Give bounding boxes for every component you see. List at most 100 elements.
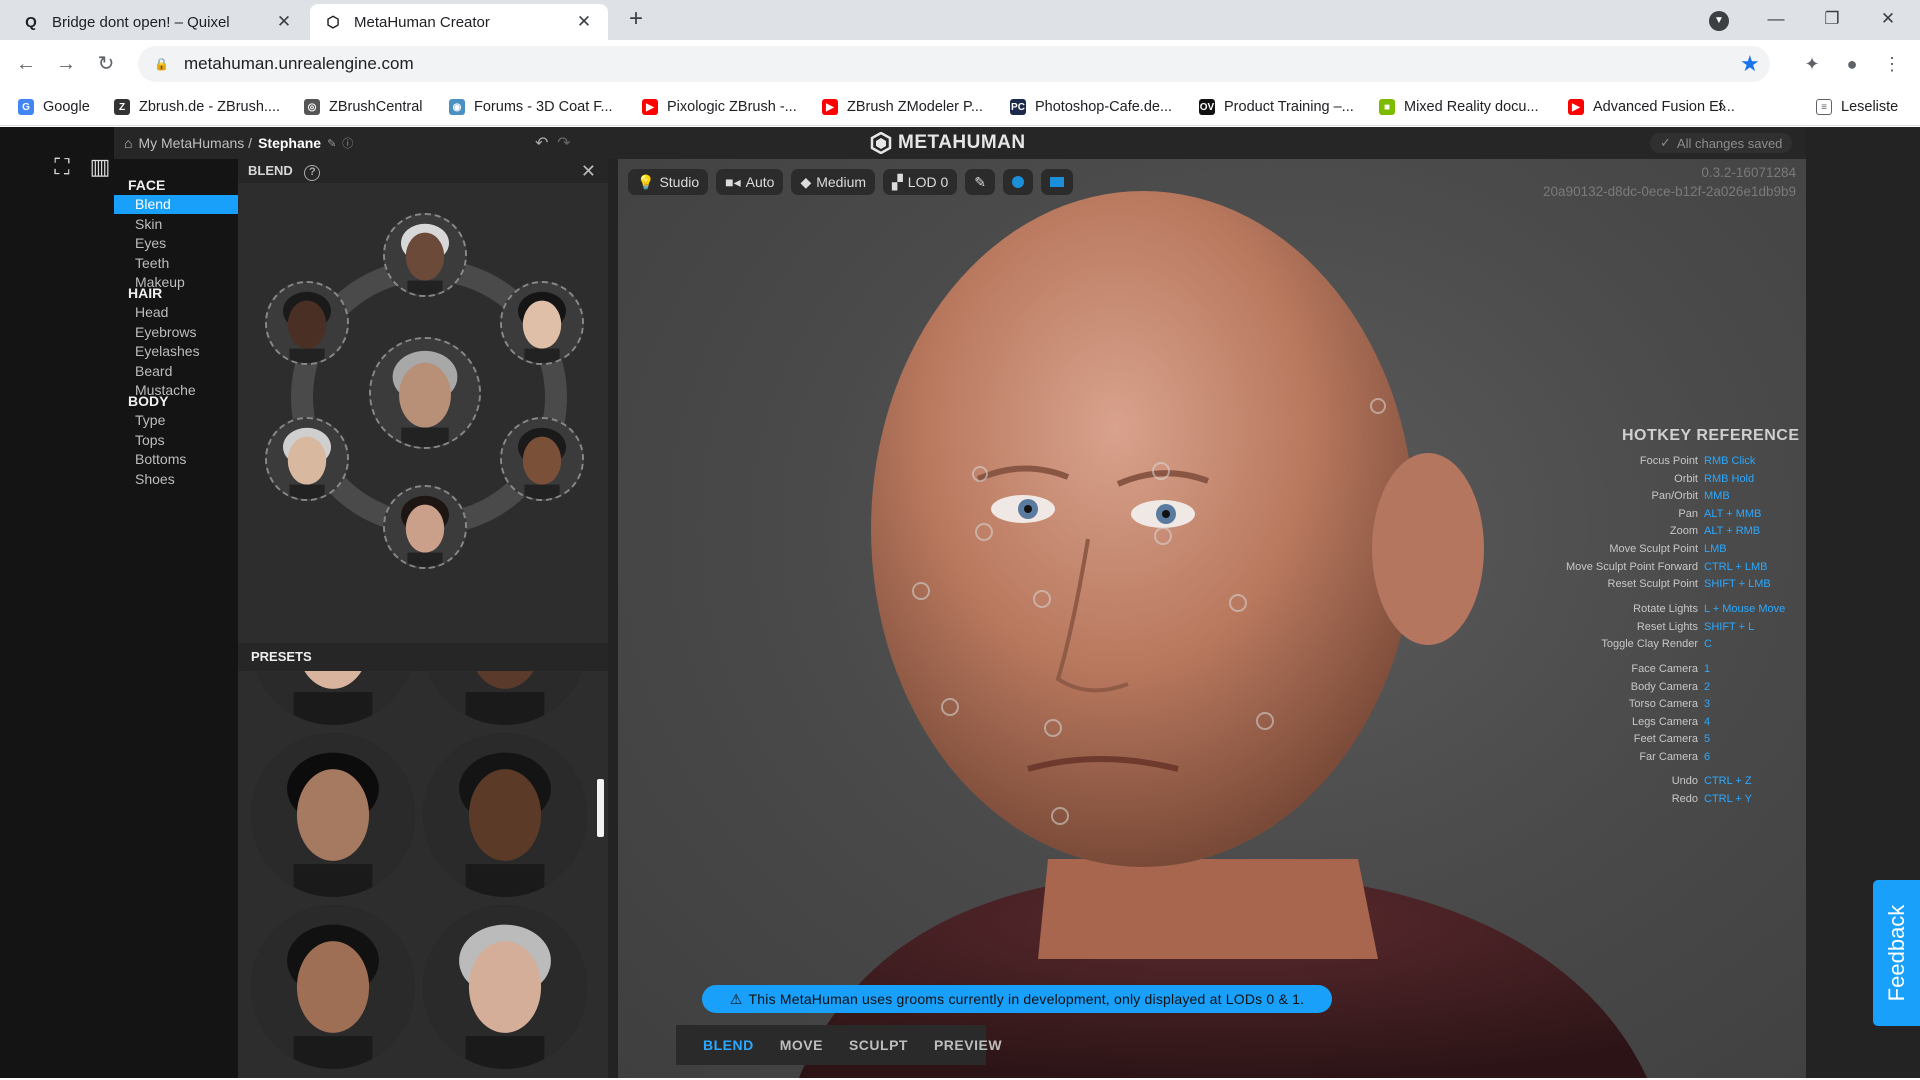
bookmark-item[interactable]: G Google xyxy=(18,96,90,118)
nav-item-head[interactable]: Head xyxy=(114,303,238,322)
reload-icon[interactable]: ↻ xyxy=(92,50,120,78)
background-button[interactable] xyxy=(1041,169,1073,195)
forward-icon[interactable]: → xyxy=(52,50,80,78)
tab-search-icon[interactable]: ▼ xyxy=(1709,11,1729,31)
hotkey-key: 2 xyxy=(1704,681,1711,693)
address-bar[interactable]: 🔒 metahuman.unrealengine.com ★ xyxy=(138,46,1770,82)
bookmark-star-icon[interactable]: ★ xyxy=(1740,51,1770,77)
hotkey-action: Reset Lights xyxy=(1636,621,1698,633)
hotkey-action: Legs Camera xyxy=(1631,716,1698,728)
nav-item-shoes[interactable]: Shoes xyxy=(114,470,238,489)
nav-item-eyebrows[interactable]: Eyebrows xyxy=(114,323,238,342)
feedback-button[interactable]: Feedback xyxy=(1873,880,1920,1026)
lod-button[interactable]: ▞ LOD 0 xyxy=(883,169,958,195)
fullscreen-icon[interactable]: ⛶ xyxy=(48,153,76,181)
preset-thumbnail[interactable] xyxy=(251,733,415,897)
hotkey-row: Redo CTRL + Y xyxy=(1554,793,1794,809)
preset-thumbnail[interactable] xyxy=(423,905,587,1069)
preset-thumbnail[interactable] xyxy=(423,733,587,897)
url-text[interactable]: metahuman.unrealengine.com xyxy=(184,54,1740,74)
lighting-studio-button[interactable]: 💡 Studio xyxy=(628,169,709,195)
profile-icon[interactable]: ● xyxy=(1838,50,1866,78)
preset-thumbnail[interactable] xyxy=(251,671,415,725)
mode-blend[interactable]: BLEND xyxy=(690,1025,767,1065)
camera-auto-button[interactable]: ■◂ Auto xyxy=(716,169,784,195)
blend-parent-face[interactable] xyxy=(383,485,467,569)
close-icon[interactable]: ✕ xyxy=(274,12,294,32)
nav-item-beard[interactable]: Beard xyxy=(114,362,238,381)
blend-parent-face[interactable] xyxy=(500,417,584,501)
close-icon[interactable]: ✕ xyxy=(574,12,594,32)
bookmark-item[interactable]: OV Product Training –... xyxy=(1199,96,1354,118)
presets-header: PRESETS xyxy=(238,643,608,671)
tab-metahuman[interactable]: ⬡ MetaHuman Creator ✕ xyxy=(310,4,608,40)
globe-button[interactable] xyxy=(1003,169,1033,195)
edit-icon[interactable]: ✎ xyxy=(327,137,336,150)
hotkey-key: ALT + MMB xyxy=(1704,508,1762,520)
bookmark-item[interactable]: ▶ ZBrush ZModeler P... xyxy=(822,96,983,118)
hotkey-action: Toggle Clay Render xyxy=(1601,638,1698,650)
tab-quixel[interactable]: Q Bridge dont open! – Quixel ✕ xyxy=(8,4,308,40)
hotkey-action: Reset Sculpt Point xyxy=(1607,578,1699,590)
presets-scrollbar[interactable] xyxy=(597,779,604,837)
mode-sculpt[interactable]: SCULPT xyxy=(836,1025,921,1065)
nav-item-tops[interactable]: Tops xyxy=(114,431,238,450)
back-icon[interactable]: ← xyxy=(12,50,40,78)
hotkey-key: 6 xyxy=(1704,751,1711,763)
hotkey-key: 5 xyxy=(1704,733,1711,745)
extensions-icon[interactable]: ✦ xyxy=(1798,50,1826,78)
blend-center-face[interactable] xyxy=(369,337,481,449)
home-icon[interactable]: ⌂ xyxy=(124,135,132,151)
blend-parent-face[interactable] xyxy=(500,281,584,365)
info-icon[interactable]: ⓘ xyxy=(342,135,353,151)
hotkey-key: LMB xyxy=(1704,543,1727,555)
hotkey-row: Focus Point RMB Click xyxy=(1554,455,1794,471)
metahuman-icon: ⬡ xyxy=(326,14,340,31)
breadcrumb-current: Stephane xyxy=(258,135,322,151)
undo-icon[interactable]: ↶ xyxy=(535,135,548,152)
new-tab-button[interactable]: + xyxy=(622,6,650,34)
bookmark-item[interactable]: ▶ Advanced Fusion Ef... xyxy=(1568,96,1735,118)
blend-parent-face[interactable] xyxy=(265,417,349,501)
blend-parent-face[interactable] xyxy=(265,281,349,365)
breadcrumb-root[interactable]: My MetaHumans / xyxy=(138,135,252,151)
bookmark-item[interactable]: PC Photoshop-Cafe.de... xyxy=(1010,96,1172,118)
close-icon[interactable]: ✕ xyxy=(581,159,596,183)
minimize-icon[interactable]: — xyxy=(1748,0,1804,40)
reading-list[interactable]: ≡ Leseliste xyxy=(1816,96,1898,118)
nav-item-teeth[interactable]: Teeth xyxy=(114,254,238,273)
nav-item-eyes[interactable]: Eyes xyxy=(114,234,238,253)
bookmark-favicon-icon: ▶ xyxy=(642,99,658,115)
diamond-icon: ◆ xyxy=(800,173,812,190)
restore-icon[interactable]: ❐ xyxy=(1804,0,1860,40)
quality-medium-button[interactable]: ◆ Medium xyxy=(791,169,876,195)
help-icon[interactable]: ? xyxy=(304,165,321,181)
bookmark-item[interactable]: ▶ Pixologic ZBrush -... xyxy=(642,96,797,118)
mode-preview[interactable]: PREVIEW xyxy=(921,1025,1015,1065)
hotkey-row: Feet Camera 5 xyxy=(1554,733,1794,749)
nav-item-eyelashes[interactable]: Eyelashes xyxy=(114,342,238,361)
brush-button[interactable]: ✎ xyxy=(965,169,995,195)
bookmark-item[interactable]: ■ Mixed Reality docu... xyxy=(1379,96,1539,118)
nav-item-blend[interactable]: Blend xyxy=(114,195,238,214)
nav-item-type[interactable]: Type xyxy=(114,411,238,430)
hotkey-action: Face Camera xyxy=(1631,663,1698,675)
redo-icon[interactable]: ↷ xyxy=(557,135,570,152)
stats-icon[interactable]: ▥ xyxy=(86,153,114,181)
metahuman-app: ⛶ ▥ ⌂ My MetaHumans / Stephane ✎ ⓘ ↶ ↷ M… xyxy=(0,127,1920,1080)
nav-item-bottoms[interactable]: Bottoms xyxy=(114,450,238,469)
hotkey-row: Move Sculpt Point Forward CTRL + LMB xyxy=(1554,561,1794,577)
nav-item-skin[interactable]: Skin xyxy=(114,215,238,234)
3d-viewport[interactable]: 💡 Studio ■◂ Auto ◆ Medium ▞ LOD 0 ✎ 0.3.2-16… xyxy=(618,159,1806,1080)
brush-icon: ✎ xyxy=(974,173,986,190)
mode-move[interactable]: MOVE xyxy=(767,1025,836,1065)
bookmark-item[interactable]: ◎ ZBrushCentral xyxy=(304,96,422,118)
bookmark-item[interactable]: Z Zbrush.de - ZBrush.... xyxy=(114,96,280,118)
bookmark-favicon-icon: ▶ xyxy=(1568,99,1584,115)
menu-icon[interactable]: ⋮ xyxy=(1878,50,1906,78)
preset-thumbnail[interactable] xyxy=(423,671,587,725)
window-close-icon[interactable]: ✕ xyxy=(1860,0,1916,40)
blend-parent-face[interactable] xyxy=(383,213,467,297)
preset-thumbnail[interactable] xyxy=(251,905,415,1069)
bookmark-item[interactable]: ◉ Forums - 3D Coat F... xyxy=(449,96,613,118)
